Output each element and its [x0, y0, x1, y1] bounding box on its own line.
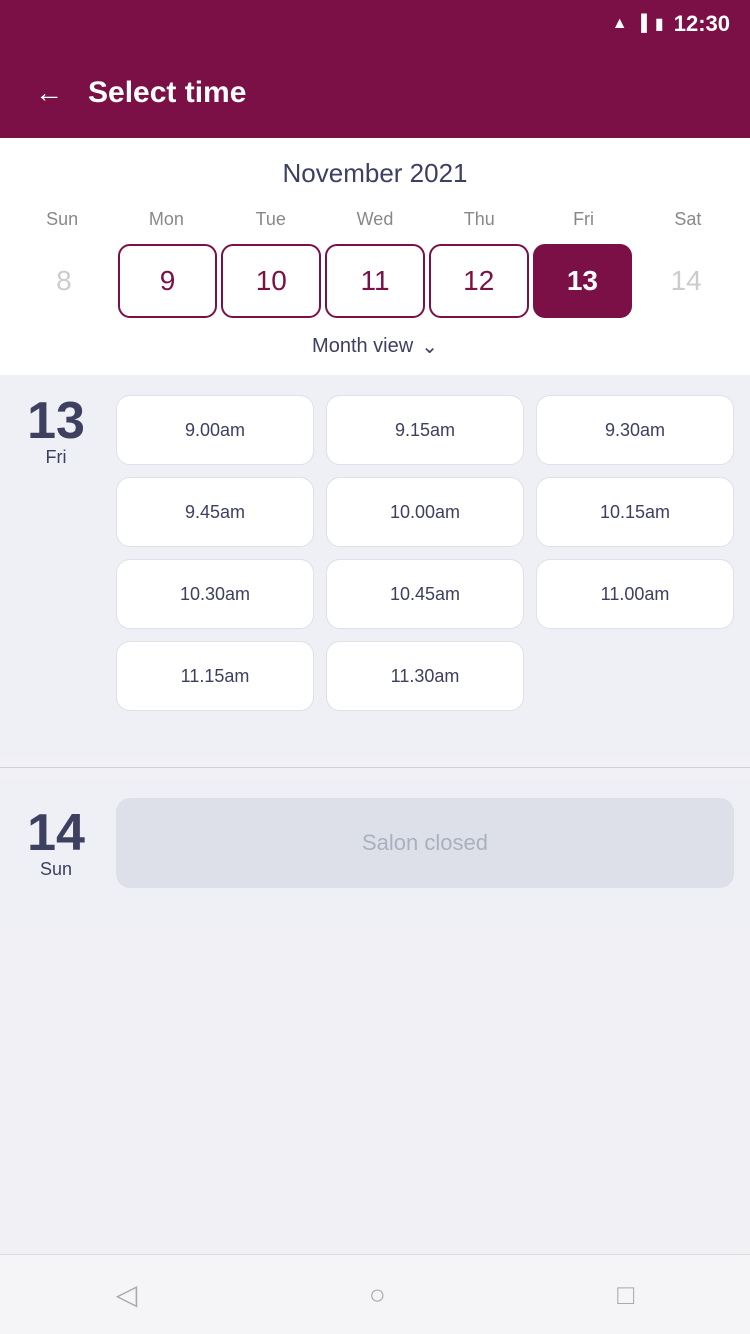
day-10[interactable]: 10 — [221, 244, 321, 318]
timeslot-1030am[interactable]: 10.30am — [116, 559, 314, 629]
date-number-14: 14 — [16, 807, 96, 859]
nav-home-icon[interactable]: ○ — [369, 1279, 386, 1311]
day-header-sun: Sun — [10, 205, 114, 234]
header: ← Select time — [0, 48, 750, 138]
section-divider — [0, 767, 750, 768]
day-11[interactable]: 11 — [325, 244, 425, 318]
day-8: 8 — [14, 244, 114, 318]
timeslot-1015am[interactable]: 10.15am — [536, 477, 734, 547]
month-view-toggle[interactable]: Month view ⌄ — [10, 318, 740, 375]
day-12[interactable]: 12 — [429, 244, 529, 318]
status-icons: ▲ ▐ ▮ — [612, 14, 664, 34]
date-day-14: Sun — [16, 859, 96, 880]
page-title: Select time — [88, 76, 246, 110]
wifi-icon: ▲ — [612, 15, 628, 33]
date-row-13: 13 Fri 9.00am 9.15am 9.30am 9.45am 10.00… — [16, 395, 734, 711]
timeslot-1115am[interactable]: 11.15am — [116, 641, 314, 711]
day-14: 14 — [636, 244, 736, 318]
day-header-wed: Wed — [323, 205, 427, 234]
timeslot-1100am[interactable]: 11.00am — [536, 559, 734, 629]
date-number-13: 13 — [16, 395, 96, 447]
time-section-13: 13 Fri 9.00am 9.15am 9.30am 9.45am 10.00… — [0, 375, 750, 757]
back-button[interactable]: ← — [30, 72, 68, 114]
signal-icon: ▐ — [636, 15, 647, 33]
calendar-section: November 2021 Sun Mon Tue Wed Thu Fri Sa… — [0, 138, 750, 375]
status-bar: ▲ ▐ ▮ 12:30 — [0, 0, 750, 48]
battery-icon: ▮ — [655, 14, 664, 34]
status-time: 12:30 — [674, 11, 730, 37]
month-view-label: Month view — [312, 335, 413, 358]
timeslot-945am[interactable]: 9.45am — [116, 477, 314, 547]
timeslot-1000am[interactable]: 10.00am — [326, 477, 524, 547]
day-header-fri: Fri — [531, 205, 635, 234]
chevron-down-icon: ⌄ — [421, 334, 438, 359]
timeslot-930am[interactable]: 9.30am — [536, 395, 734, 465]
salon-closed-box: Salon closed — [116, 798, 734, 888]
timeslot-1130am[interactable]: 11.30am — [326, 641, 524, 711]
nav-recent-icon[interactable]: □ — [617, 1279, 634, 1311]
day-9[interactable]: 9 — [118, 244, 218, 318]
date-row-14: 14 Sun Salon closed — [16, 798, 734, 888]
day-13[interactable]: 13 — [533, 244, 633, 318]
nav-back-icon[interactable]: ◁ — [116, 1278, 138, 1311]
day-header-tue: Tue — [219, 205, 323, 234]
timeslot-1045am[interactable]: 10.45am — [326, 559, 524, 629]
closed-section-14: 14 Sun Salon closed — [0, 778, 750, 928]
day-header-thu: Thu — [427, 205, 531, 234]
date-day-13: Fri — [16, 447, 96, 468]
day-header-mon: Mon — [114, 205, 218, 234]
timeslot-900am[interactable]: 9.00am — [116, 395, 314, 465]
date-label-14: 14 Sun — [16, 807, 96, 880]
time-grid-13: 9.00am 9.15am 9.30am 9.45am 10.00am 10.1… — [116, 395, 734, 711]
day-header-sat: Sat — [636, 205, 740, 234]
salon-closed-label: Salon closed — [362, 830, 488, 856]
month-year: November 2021 — [10, 158, 740, 189]
timeslot-915am[interactable]: 9.15am — [326, 395, 524, 465]
days-row: 8 9 10 11 12 13 14 — [10, 244, 740, 318]
date-label-13: 13 Fri — [16, 395, 96, 468]
days-header: Sun Mon Tue Wed Thu Fri Sat — [10, 205, 740, 234]
bottom-nav: ◁ ○ □ — [0, 1254, 750, 1334]
